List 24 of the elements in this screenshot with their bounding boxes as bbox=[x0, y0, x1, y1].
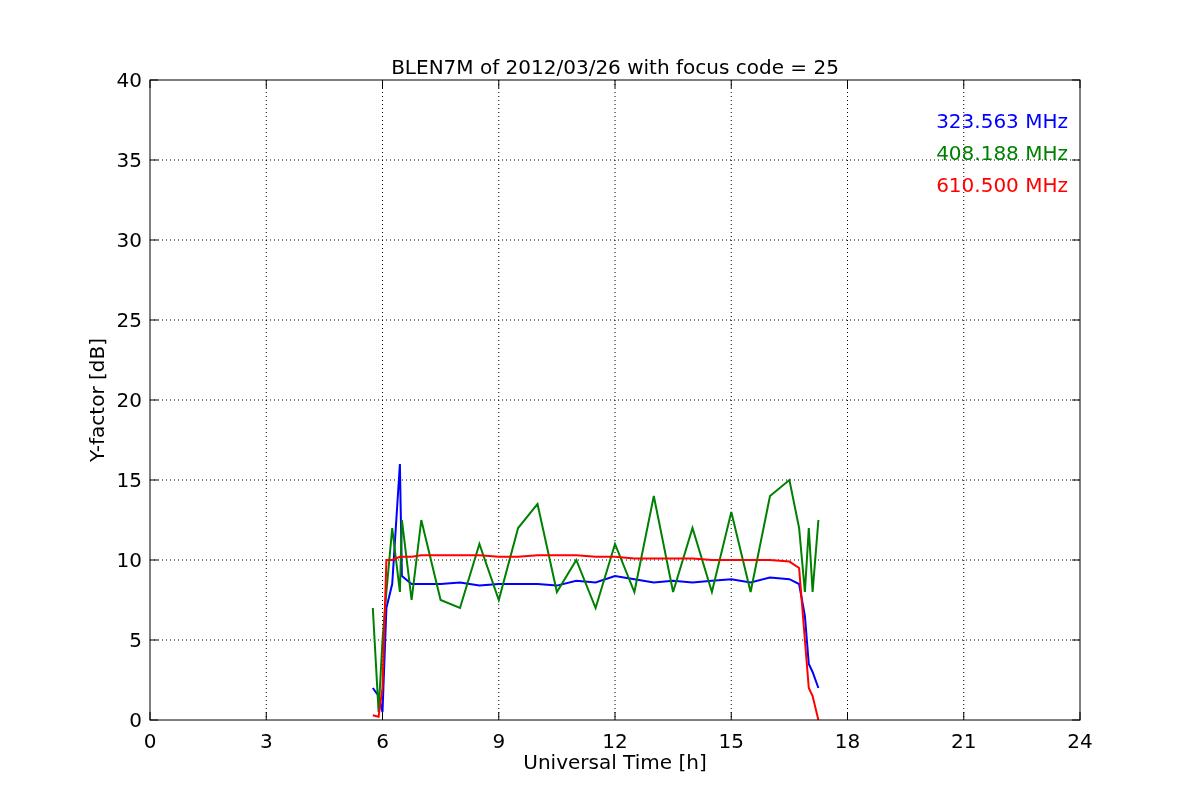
tick-label: 12 bbox=[602, 729, 628, 753]
axis-label: Y-factor [dB] bbox=[85, 338, 109, 462]
tick-label: 9 bbox=[492, 729, 506, 753]
legend-label: 610.500 MHz bbox=[936, 173, 1068, 197]
tick-label: 24 bbox=[1067, 729, 1093, 753]
tick-label: 20 bbox=[116, 388, 142, 412]
tick-label: 21 bbox=[951, 729, 977, 753]
tick-label: 30 bbox=[116, 228, 142, 252]
tick-label: 18 bbox=[834, 729, 861, 753]
tick-label: 5 bbox=[129, 628, 142, 652]
tick-label: 15 bbox=[116, 468, 142, 492]
tick-label: 35 bbox=[116, 148, 142, 172]
legend-label: 323.563 MHz bbox=[936, 109, 1068, 133]
tick-label: 10 bbox=[116, 548, 142, 572]
tick-label: 6 bbox=[376, 729, 389, 753]
tick-label: 0 bbox=[129, 708, 142, 732]
chart-title: BLEN7M of 2012/03/26 with focus code = 25 bbox=[391, 55, 839, 79]
legend-label: 408.188 MHz bbox=[936, 141, 1068, 165]
axis-label: Universal Time [h] bbox=[523, 750, 707, 774]
tick-label: 3 bbox=[259, 729, 273, 753]
tick-label: 0 bbox=[143, 729, 157, 753]
tick-label: 40 bbox=[116, 68, 142, 92]
tick-label: 25 bbox=[116, 308, 142, 332]
tick-label: 15 bbox=[718, 729, 744, 753]
